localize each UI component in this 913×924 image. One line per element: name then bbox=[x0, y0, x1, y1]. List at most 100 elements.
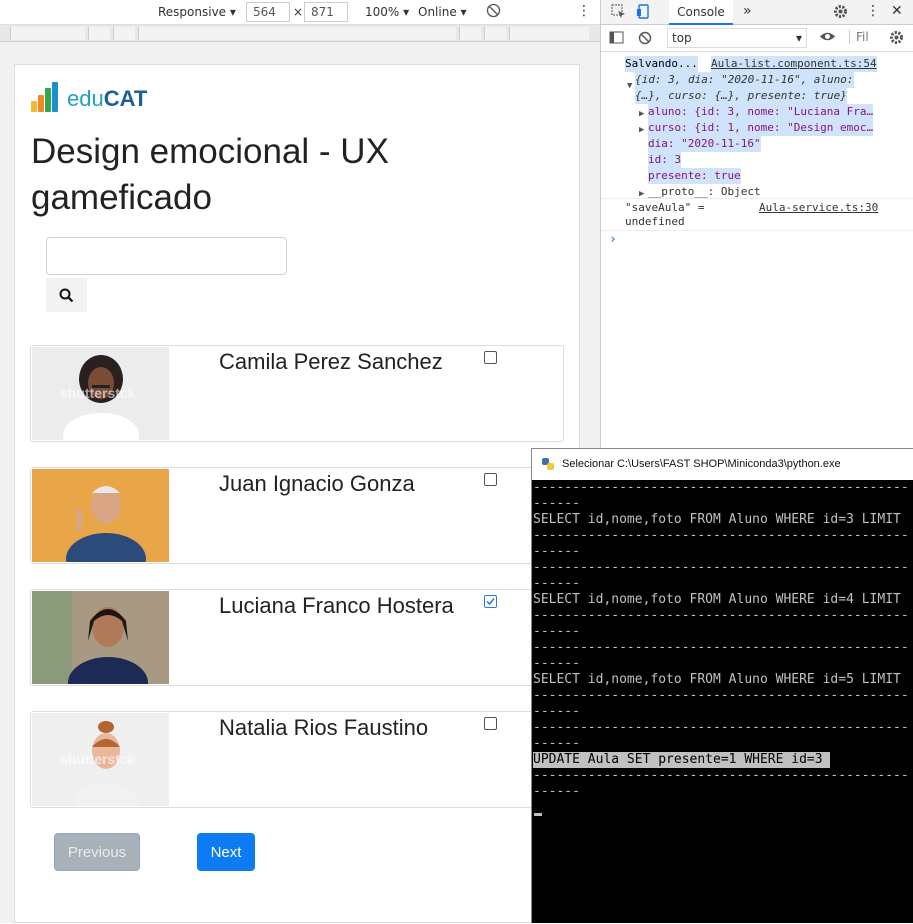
photo-watermark: shutterstck bbox=[60, 751, 136, 767]
attendance-checkbox-checked[interactable] bbox=[484, 595, 497, 608]
console-divider bbox=[601, 230, 913, 231]
student-card: Juan Ignacio Gonza bbox=[30, 467, 564, 564]
search-input[interactable] bbox=[46, 237, 287, 275]
console-property: dia: "2020-11-16" bbox=[648, 136, 761, 152]
console-source-link[interactable]: Aula-service.ts:30 bbox=[759, 200, 878, 216]
terminal-line: ------ bbox=[533, 736, 580, 751]
sidebar-toggle-icon[interactable] bbox=[609, 31, 624, 47]
student-card: Luciana Franco Hostera bbox=[30, 589, 564, 686]
ruler-segment[interactable] bbox=[459, 27, 481, 40]
ruler-segment[interactable] bbox=[509, 27, 589, 40]
context-select[interactable]: top ▾ bbox=[667, 28, 807, 48]
terminal-line: ------ bbox=[533, 496, 580, 511]
python-icon bbox=[541, 457, 555, 474]
gear-icon[interactable] bbox=[833, 4, 848, 22]
rotate-icon[interactable] bbox=[486, 3, 501, 21]
console-settings-icon[interactable] bbox=[889, 30, 904, 48]
width-input[interactable]: 564 bbox=[246, 2, 290, 22]
ruler-segment[interactable] bbox=[10, 27, 85, 40]
context-label: top bbox=[672, 31, 692, 45]
ruler-segment[interactable] bbox=[113, 27, 135, 40]
photo-watermark: shutterstck bbox=[60, 385, 136, 401]
terminal-line: SELECT id,nome,foto FROM Aluno WHERE id=… bbox=[533, 592, 901, 607]
terminal-line: ------ bbox=[533, 624, 580, 639]
ruler-segment[interactable] bbox=[138, 27, 456, 40]
terminal-line: SELECT id,nome,foto FROM Aluno WHERE id=… bbox=[533, 672, 901, 687]
expand-triangle-icon[interactable]: ▼ bbox=[627, 78, 632, 94]
console-property[interactable]: curso: {id: 1, nome: "Design emoc… bbox=[648, 120, 874, 136]
ruler-segment[interactable] bbox=[88, 27, 110, 40]
console-object-preview[interactable]: {id: 3, dia: "2020-11-16", aluno: bbox=[635, 72, 854, 88]
student-card: shutterstck Natalia Rios Faustino bbox=[30, 711, 564, 808]
console-object-preview: {…}, curso: {…}, presente: true} bbox=[635, 88, 847, 104]
logo-prefix: edu bbox=[67, 86, 104, 111]
previous-button[interactable]: Previous bbox=[54, 833, 140, 871]
media-query-bar bbox=[0, 25, 600, 42]
zoom-select[interactable]: 100% ▾ bbox=[365, 5, 409, 19]
logo-text: eduCAT bbox=[67, 86, 147, 112]
console-log-message: Salvando... bbox=[625, 56, 698, 72]
device-stage: eduCAT Design emocional - UX gameficado … bbox=[0, 42, 600, 923]
console-prompt[interactable]: › bbox=[609, 232, 617, 248]
terminal-line: ----------------------------------------… bbox=[533, 640, 909, 655]
ruler-segment[interactable] bbox=[484, 27, 506, 40]
student-name: Luciana Franco Hostera bbox=[219, 593, 454, 618]
terminal-line: ----------------------------------------… bbox=[533, 528, 909, 543]
network-label: Online bbox=[418, 5, 457, 19]
attendance-checkbox[interactable] bbox=[484, 351, 497, 364]
device-label: Responsive bbox=[158, 5, 227, 19]
logo-suffix: CAT bbox=[103, 86, 148, 111]
terminal-line: ------ bbox=[533, 656, 580, 671]
student-card: shutterstck Camila Perez Sanchez bbox=[30, 345, 564, 442]
zoom-label: 100% bbox=[365, 5, 400, 19]
student-photo bbox=[32, 591, 169, 684]
search-icon bbox=[59, 288, 74, 302]
student-name: Natalia Rios Faustino bbox=[219, 715, 429, 740]
console-property: id: 3 bbox=[648, 152, 682, 168]
eye-icon[interactable] bbox=[819, 30, 836, 46]
console-toolbar: top ▾ Fil bbox=[601, 25, 913, 52]
more-options-icon[interactable]: ⋮ bbox=[577, 3, 591, 19]
console-log-message: undefined bbox=[625, 215, 685, 228]
terminal-line: ----------------------------------------… bbox=[533, 560, 909, 575]
times-icon: × bbox=[293, 5, 304, 19]
terminal-line: ------ bbox=[533, 544, 580, 559]
next-button[interactable]: Next bbox=[197, 833, 255, 871]
attendance-checkbox[interactable] bbox=[484, 717, 497, 730]
terminal-line: ----------------------------------------… bbox=[533, 688, 909, 703]
tab-console[interactable]: Console bbox=[669, 0, 733, 25]
window-title: Selecionar C:\Users\FAST SHOP\Miniconda3… bbox=[562, 458, 841, 470]
attendance-checkbox[interactable] bbox=[484, 473, 497, 486]
search-button[interactable] bbox=[46, 278, 87, 312]
filter-input[interactable]: Fil bbox=[849, 30, 869, 44]
devtools-tabbar: Console » ⋮ ✕ bbox=[601, 0, 913, 25]
terminal-line: SELECT id,nome,foto FROM Aluno WHERE id=… bbox=[533, 512, 901, 527]
inspect-icon[interactable] bbox=[611, 4, 626, 22]
window-titlebar[interactable]: Selecionar C:\Users\FAST SHOP\Miniconda3… bbox=[532, 449, 913, 480]
console-property[interactable]: aluno: {id: 3, nome: "Luciana Fra… bbox=[648, 104, 874, 120]
student-photo: shutterstck bbox=[32, 347, 169, 440]
student-name: Camila Perez Sanchez bbox=[219, 349, 443, 374]
terminal-line: ------ bbox=[533, 784, 580, 799]
terminal-selected-line: UPDATE Aula SET presente=1 WHERE id=3 bbox=[533, 752, 831, 768]
device-toggle-icon[interactable] bbox=[636, 4, 651, 22]
console-source-link[interactable]: Aula-list.component.ts:54 bbox=[711, 56, 877, 72]
expand-triangle-icon[interactable]: ▶ bbox=[639, 122, 644, 138]
device-select[interactable]: Responsive ▾ bbox=[158, 5, 236, 19]
devtools-panel: Console » ⋮ ✕ top ▾ Fil Salvando... Aula-… bbox=[600, 0, 913, 450]
terminal-output[interactable]: ------ ------ ------ ------ ------ ------ ----… bbox=[533, 480, 913, 924]
app-viewport: eduCAT Design emocional - UX gameficado … bbox=[14, 64, 580, 923]
terminal-cursor bbox=[534, 813, 542, 816]
clear-console-icon[interactable] bbox=[638, 31, 652, 48]
terminal-line: ----------------------------------------… bbox=[533, 720, 909, 735]
close-icon[interactable]: ✕ bbox=[891, 3, 903, 19]
device-toolbar: Responsive ▾ 564 × 871 100% ▾ Online ▾ ⋮ bbox=[0, 0, 600, 25]
terminal-line: ------ bbox=[533, 704, 580, 719]
network-select[interactable]: Online ▾ bbox=[418, 5, 467, 19]
height-input[interactable]: 871 bbox=[304, 2, 348, 22]
checkmark-icon bbox=[486, 598, 495, 606]
more-tabs-icon[interactable]: » bbox=[743, 3, 752, 19]
more-options-icon[interactable]: ⋮ bbox=[866, 3, 880, 19]
terminal-line: ----------------------------------------… bbox=[533, 768, 909, 783]
expand-triangle-icon[interactable]: ▶ bbox=[639, 106, 644, 122]
